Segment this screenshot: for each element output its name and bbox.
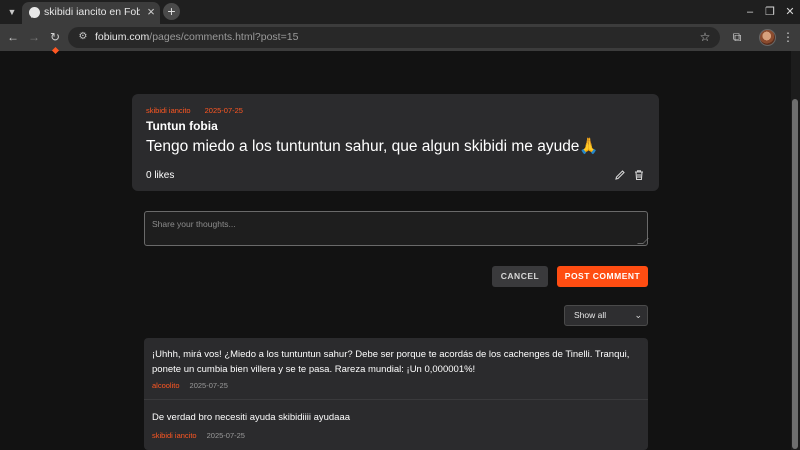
address-bar[interactable]: ⚙ fobium.com/pages/comments.html?post=15… <box>68 27 720 48</box>
list-item: ¡Uhhh, mirá vos! ¿Miedo a los tuntuntun … <box>144 338 648 400</box>
chevron-down-icon: ⌄ <box>634 310 642 320</box>
comment-meta: skibidi iancito 2025-07-25 <box>152 431 245 440</box>
filter-selected-value: Show all <box>574 310 607 320</box>
restore-icon[interactable]: ❐ <box>761 3 779 21</box>
comment-meta: alcoolito 2025-07-25 <box>152 381 228 390</box>
post-comment-button[interactable]: POST COMMENT <box>557 266 648 287</box>
minimize-icon[interactable]: – <box>741 3 759 21</box>
site-info-icon[interactable]: ⚙ <box>76 30 90 44</box>
close-tab-icon[interactable]: × <box>144 5 158 19</box>
comment-input[interactable] <box>144 211 648 246</box>
profile-avatar[interactable] <box>759 29 776 46</box>
scrollbar-thumb[interactable] <box>792 99 798 449</box>
page-scrollbar[interactable] <box>791 51 800 450</box>
post-date: 2025-07-25 <box>204 106 243 115</box>
post-meta: skibidi iancito 2025-07-25 <box>146 106 243 115</box>
comments-list: ¡Uhhh, mirá vos! ¿Miedo a los tuntuntun … <box>144 338 648 450</box>
post-title: Tuntun fobia <box>146 119 218 133</box>
extensions-icon[interactable]: ⧉ <box>729 29 745 45</box>
list-item: De verdad bro necesiti ayuda skibidiiii … <box>144 400 648 450</box>
bookmark-star-icon[interactable]: ☆ <box>697 29 713 45</box>
comment-author[interactable]: alcoolito <box>152 381 180 390</box>
url-text[interactable]: fobium.com/pages/comments.html?post=15 <box>95 31 298 43</box>
comment-filter-select[interactable]: Show all ⌄ <box>564 305 648 326</box>
comment-text: De verdad bro necesiti ayuda skibidiiii … <box>152 412 351 423</box>
trash-icon[interactable] <box>633 169 645 181</box>
edit-pencil-icon[interactable] <box>614 169 626 181</box>
forward-icon[interactable]: → <box>26 29 42 45</box>
comment-author[interactable]: skibidi iancito <box>152 431 197 440</box>
comment-text: ¡Uhhh, mirá vos! ¿Miedo a los tuntuntun … <box>152 349 630 375</box>
new-tab-button[interactable]: + <box>163 3 180 20</box>
tab-search-icon[interactable]: ▼ <box>4 4 20 20</box>
browser-tab[interactable]: skibidi iancito en Fobium × <box>22 2 160 24</box>
post-likes[interactable]: 0 likes <box>146 170 174 181</box>
comment-date: 2025-07-25 <box>206 431 245 440</box>
cancel-button[interactable]: CANCEL <box>492 266 548 287</box>
reload-icon[interactable]: ↻ <box>47 29 63 45</box>
post-author[interactable]: skibidi iancito <box>146 106 191 115</box>
browser-toolbar: ← → ↻ ⚙ fobium.com/pages/comments.html?p… <box>0 24 800 51</box>
close-window-icon[interactable]: ✕ <box>781 3 799 21</box>
post-card: skibidi iancito 2025-07-25 Tuntun fobia T… <box>132 94 659 191</box>
chat-bubble-icon <box>29 7 40 18</box>
post-body: Tengo miedo a los tuntuntun sahur, que a… <box>146 138 599 155</box>
browser-tab-bar: ▼ skibidi iancito en Fobium × + – ❐ ✕ <box>0 0 800 24</box>
back-icon[interactable]: ← <box>5 29 21 45</box>
comment-date: 2025-07-25 <box>189 381 228 390</box>
browser-menu-icon[interactable]: ⋮ <box>782 29 794 45</box>
tab-title: skibidi iancito en Fobium <box>44 6 140 18</box>
page-content: skibidi iancito 2025-07-25 Tuntun fobia T… <box>0 46 800 450</box>
